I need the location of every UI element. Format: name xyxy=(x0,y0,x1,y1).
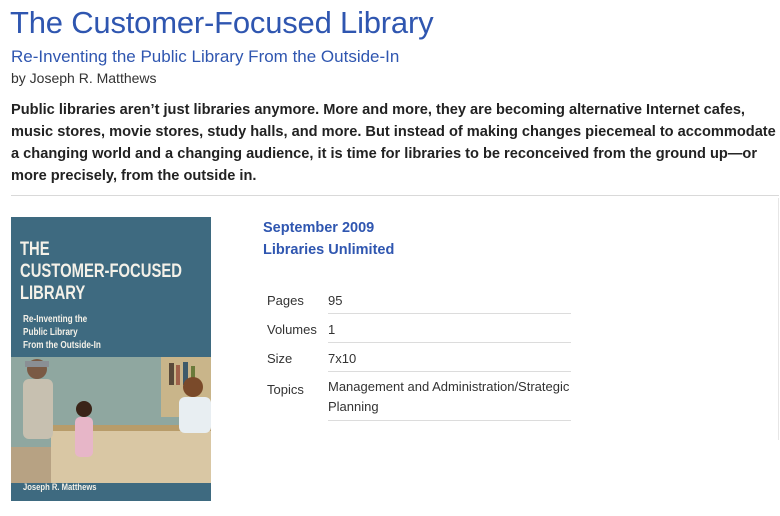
cover-subtitle-line: Public Library xyxy=(23,327,78,338)
cover-subtitle-line: Re-Inventing the xyxy=(23,314,88,325)
publisher-link[interactable]: Libraries Unlimited xyxy=(263,242,394,258)
details-row-topics: Topics Management and Administration/Str… xyxy=(263,372,571,421)
details-value: 7x10 xyxy=(328,343,571,372)
publication-date: September 2009 xyxy=(263,220,375,236)
cover-title-line: CUSTOMER-FOCUSED xyxy=(20,261,182,282)
column-divider xyxy=(778,198,779,440)
cover-title-line: LIBRARY xyxy=(20,283,86,304)
details-value[interactable]: Management and Administration/Strategic … xyxy=(328,372,571,421)
cover-author: Joseph R. Matthews xyxy=(23,482,97,492)
author-byline: by Joseph R. Matthews xyxy=(11,70,157,86)
book-cover-image[interactable]: THE CUSTOMER-FOCUSED LIBRARY Re-Inventin… xyxy=(11,217,211,501)
details-label: Pages xyxy=(267,293,304,308)
details-row-volumes: Volumes 1 xyxy=(263,314,571,343)
details-row-size: Size 7x10 xyxy=(263,343,571,372)
cover-subtitle: Re-Inventing the Public Library From the… xyxy=(23,313,101,352)
book-title: The Customer-Focused Library xyxy=(10,5,434,40)
divider xyxy=(11,195,779,196)
cover-subtitle-line: From the Outside-In xyxy=(23,340,101,351)
details-value: 1 xyxy=(328,314,571,343)
cover-photo-illustration xyxy=(11,357,211,483)
book-subtitle: Re-Inventing the Public Library From the… xyxy=(11,47,400,66)
details-label: Volumes xyxy=(267,322,317,337)
details-label: Topics xyxy=(267,382,304,397)
details-row-pages: Pages 95 xyxy=(263,285,571,314)
details-label: Size xyxy=(267,351,293,366)
book-description: Public libraries aren’t just libraries a… xyxy=(11,102,776,184)
cover-title: THE CUSTOMER-FOCUSED LIBRARY xyxy=(20,239,182,305)
details-value: 95 xyxy=(328,285,571,314)
book-details-table: Pages 95 Volumes 1 Size 7x10 Topics Mana… xyxy=(263,285,571,421)
cover-title-line: THE xyxy=(20,239,50,260)
